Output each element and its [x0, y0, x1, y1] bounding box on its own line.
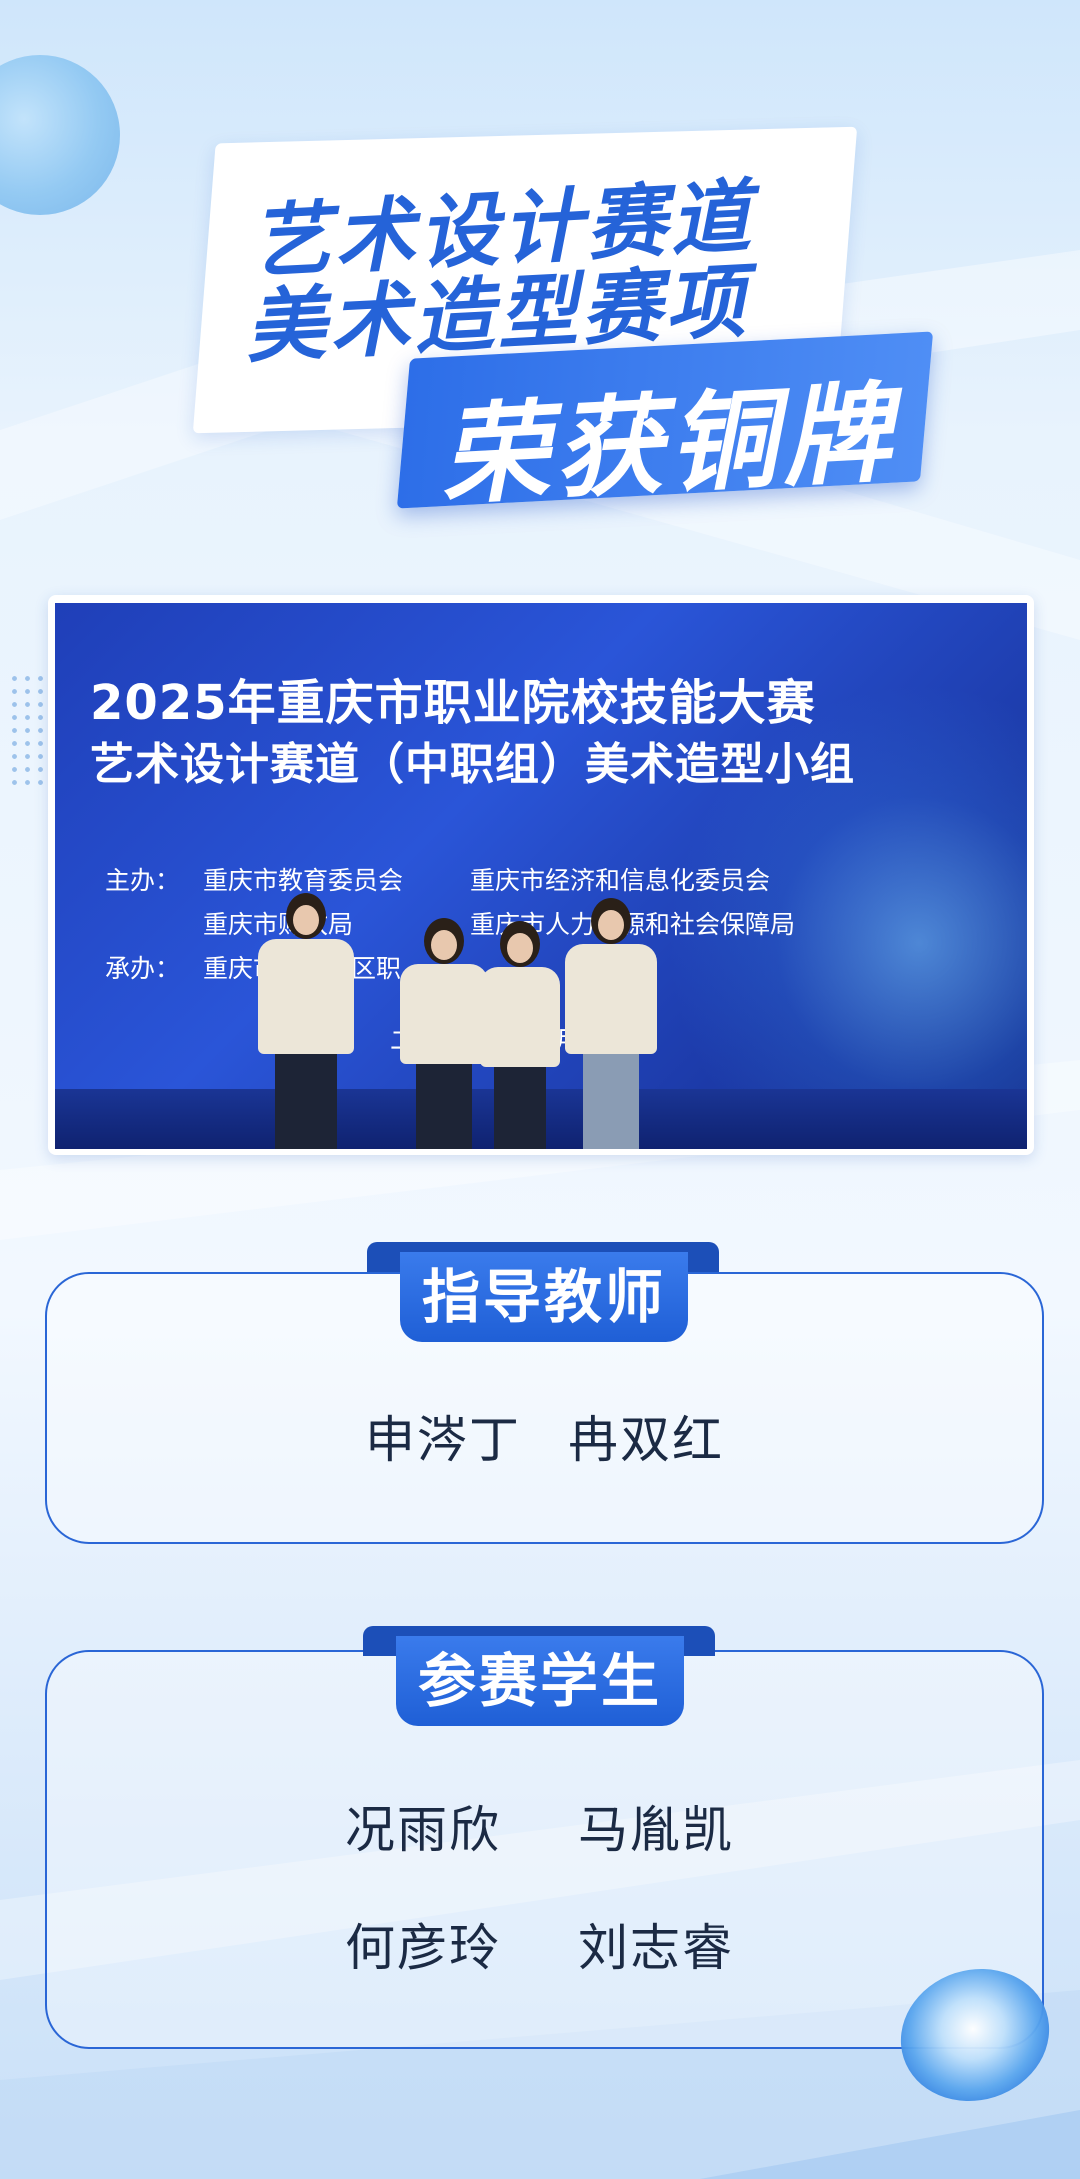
banner-title-line-2: 艺术设计赛道（中职组）美术造型小组	[90, 739, 855, 790]
award-text: 荣获铜牌	[437, 371, 900, 520]
teacher-name: 申涔丁	[365, 1411, 521, 1469]
event-photo: 2025年重庆市职业院校技能大赛 艺术设计赛道（中职组）美术造型小组 主办： 重…	[55, 603, 1027, 1149]
student-name: 马胤凯	[578, 1801, 734, 1859]
student-figure	[258, 893, 354, 1149]
host-label: 主办：	[105, 866, 181, 895]
host-1: 重庆市教育委员会	[203, 866, 404, 895]
student-figure	[400, 918, 488, 1149]
organizer-tail: 区职	[351, 954, 402, 983]
organizer-label: 承办：	[105, 954, 181, 983]
banner-title-line-1: 2025年重庆市职业院校技能大赛	[90, 675, 816, 731]
student-name: 刘志睿	[578, 1919, 734, 1977]
student-name: 何彦玲	[345, 1919, 501, 1977]
decorative-sphere	[0, 55, 120, 215]
teacher-tab: 指导教师	[400, 1252, 688, 1342]
student-figure	[480, 921, 560, 1149]
student-tab: 参赛学生	[396, 1636, 684, 1726]
teacher-name: 冉双红	[568, 1411, 724, 1469]
host-2: 重庆市经济和信息化委员会	[470, 866, 771, 895]
student-name: 况雨欣	[345, 1801, 501, 1859]
student-figure	[565, 898, 657, 1149]
dot-pattern	[8, 672, 48, 792]
